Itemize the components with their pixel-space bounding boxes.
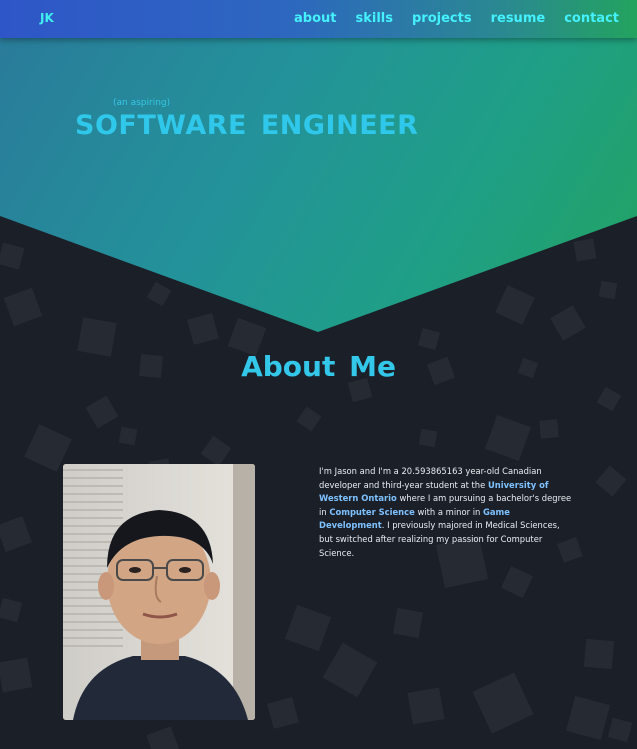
hero-pre-title: (an aspiring) [113, 98, 171, 108]
nav-link-resume[interactable]: resume [491, 11, 546, 26]
hero-title: SOFTWARE ENGINEER [75, 110, 419, 141]
link-computer-science[interactable]: Computer Science [329, 507, 414, 517]
nav-link-skills[interactable]: skills [356, 11, 394, 26]
about-bio: I'm Jason and I'm a 20.593865163 year-ol… [319, 465, 574, 560]
top-navbar: JK about skills projects resume contact [0, 0, 637, 38]
bio-text-3: with a minor in [414, 506, 483, 517]
nav-link-about[interactable]: about [294, 11, 336, 26]
profile-photo [63, 464, 255, 720]
nav-link-contact[interactable]: contact [564, 11, 619, 26]
nav-links: about skills projects resume contact [275, 11, 619, 26]
nav-link-projects[interactable]: projects [412, 11, 472, 26]
portrait-image [63, 464, 255, 720]
about-heading: About Me [241, 350, 396, 383]
site-logo[interactable]: JK [40, 11, 54, 25]
